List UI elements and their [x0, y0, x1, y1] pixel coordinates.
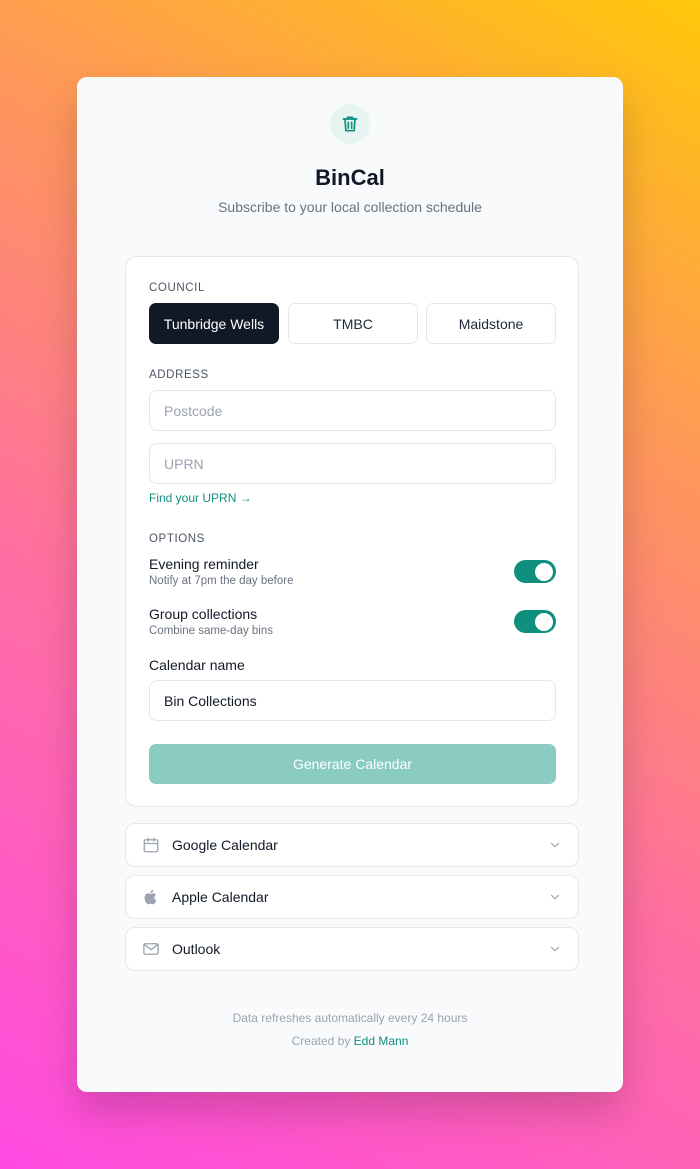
generate-calendar-button[interactable]: Generate Calendar	[149, 744, 556, 784]
council-label: COUNCIL	[149, 282, 205, 294]
google-calendar-label: Google Calendar	[172, 837, 278, 853]
options-label: OPTIONS	[149, 533, 205, 545]
google-calendar-accordion[interactable]: Google Calendar	[125, 823, 579, 867]
council-option-maidstone[interactable]: Maidstone	[426, 303, 556, 344]
chevron-down-icon	[550, 946, 560, 952]
council-option-tunbridge-wells[interactable]: Tunbridge Wells	[149, 303, 279, 344]
group-collections-title: Group collections	[149, 606, 258, 622]
calendar-icon	[143, 837, 159, 853]
postcode-input[interactable]	[149, 390, 556, 431]
apple-calendar-accordion[interactable]: Apple Calendar	[125, 875, 579, 919]
address-label: ADDRESS	[149, 369, 209, 381]
evening-reminder-description: Notify at 7pm the day before	[149, 575, 294, 587]
apple-calendar-label: Apple Calendar	[172, 889, 269, 905]
settings-form: COUNCIL Tunbridge Wells TMBC Maidstone A…	[125, 256, 579, 807]
chevron-down-icon	[550, 894, 560, 900]
refresh-note: Data refreshes automatically every 24 ho…	[232, 1011, 468, 1025]
calendar-name-input[interactable]	[149, 680, 556, 721]
credits: Created by Edd Mann	[77, 1034, 623, 1048]
group-collections-description: Combine same-day bins	[149, 625, 274, 637]
trash-icon	[342, 116, 358, 132]
logo-badge	[330, 104, 370, 144]
mail-icon	[143, 943, 159, 955]
evening-reminder-toggle[interactable]	[514, 560, 556, 583]
toggle-knob	[535, 562, 553, 581]
app-title: BinCal	[315, 165, 385, 190]
toggle-knob	[535, 612, 553, 631]
chevron-down-icon	[550, 842, 560, 848]
app-subtitle: Subscribe to your local collection sched…	[218, 199, 482, 215]
calendar-name-label: Calendar name	[149, 657, 245, 673]
outlook-accordion[interactable]: Outlook	[125, 927, 579, 971]
find-uprn-link[interactable]: Find your UPRN →	[149, 491, 252, 505]
group-collections-toggle[interactable]	[514, 610, 556, 633]
bincal-card: BinCal Subscribe to your local collectio…	[77, 77, 623, 1092]
outlook-label: Outlook	[172, 941, 221, 957]
author-link[interactable]: Edd Mann	[354, 1034, 409, 1048]
council-option-tmbc[interactable]: TMBC	[288, 303, 418, 344]
created-by-text: Created by	[291, 1034, 351, 1048]
uprn-input[interactable]	[149, 443, 556, 484]
evening-reminder-title: Evening reminder	[149, 556, 259, 572]
apple-icon	[144, 889, 157, 905]
